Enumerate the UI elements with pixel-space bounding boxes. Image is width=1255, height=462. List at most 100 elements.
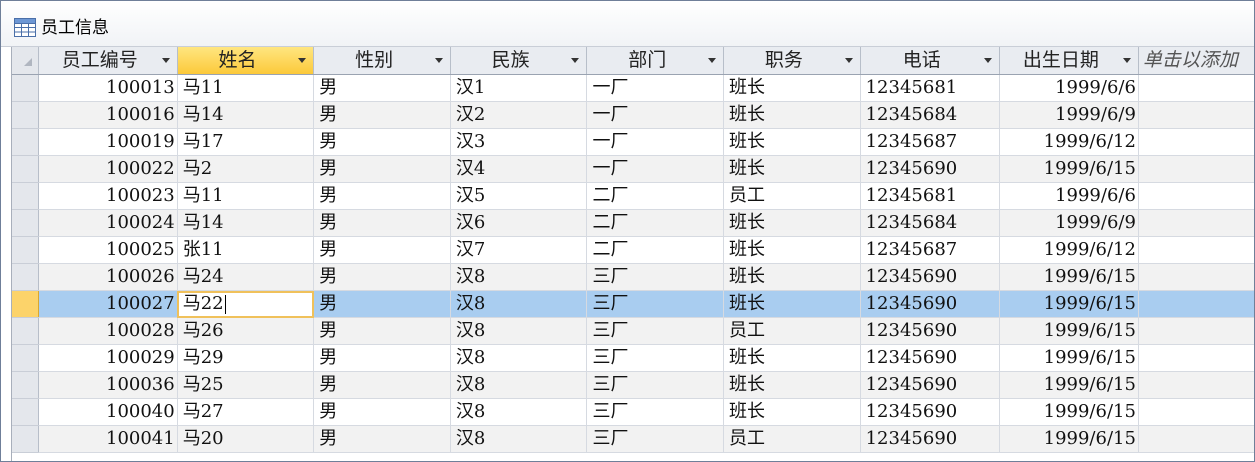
row-selector[interactable]: [12, 236, 39, 264]
cell-department[interactable]: 一厂: [586, 74, 725, 102]
cell-ethnicity[interactable]: 汉8: [450, 398, 588, 426]
cell-ethnicity[interactable]: 汉3: [450, 128, 588, 156]
row-selector[interactable]: [12, 371, 39, 399]
cell-add-column[interactable]: [1138, 74, 1254, 102]
cell-gender[interactable]: 男: [313, 425, 451, 453]
cell-phone[interactable]: 12345681: [860, 182, 1000, 210]
dropdown-arrow-icon[interactable]: [844, 58, 853, 63]
cell-phone[interactable]: 12345687: [860, 128, 1000, 156]
cell-ethnicity[interactable]: 汉8: [450, 371, 588, 399]
cell-ethnicity[interactable]: 汉4: [450, 155, 588, 183]
row-selector[interactable]: [12, 344, 39, 372]
cell-employee-id[interactable]: 100013: [38, 74, 178, 102]
cell-gender[interactable]: 男: [313, 128, 451, 156]
cell-ethnicity[interactable]: 汉8: [450, 263, 588, 291]
cell-birth-date[interactable]: 1999/6/9: [999, 101, 1139, 129]
cell-department[interactable]: 三厂: [586, 371, 725, 399]
select-all-corner[interactable]: [12, 47, 39, 75]
cell-phone[interactable]: 12345684: [860, 101, 1000, 129]
cell-birth-date[interactable]: 1999/6/9: [999, 209, 1139, 237]
column-header-ethnicity[interactable]: 民族: [450, 47, 588, 75]
cell-gender[interactable]: 男: [313, 182, 451, 210]
cell-employee-id[interactable]: 100028: [38, 317, 178, 345]
cell-add-column[interactable]: [1138, 371, 1254, 399]
column-header-position[interactable]: 职务: [723, 47, 861, 75]
cell-department[interactable]: 二厂: [586, 209, 725, 237]
cell-department[interactable]: 二厂: [586, 182, 725, 210]
table-row[interactable]: 100041 马20 男汉8 三厂 员工 12345690 1999/6/15: [12, 425, 1254, 453]
row-selector[interactable]: [12, 182, 39, 210]
cell-position[interactable]: 班长: [723, 290, 861, 318]
cell-position[interactable]: 班长: [723, 371, 861, 399]
cell-gender[interactable]: 男: [313, 155, 451, 183]
cell-employee-id[interactable]: 100016: [38, 101, 178, 129]
cell-ethnicity[interactable]: 汉8: [450, 425, 588, 453]
cell-position[interactable]: 班长: [723, 128, 861, 156]
cell-phone[interactable]: 12345690: [860, 317, 1000, 345]
cell-phone[interactable]: 12345684: [860, 209, 1000, 237]
cell-name[interactable]: 马14: [177, 101, 315, 129]
column-header-birth-date[interactable]: 出生日期: [999, 47, 1139, 75]
cell-phone[interactable]: 12345690: [860, 290, 1000, 318]
cell-gender[interactable]: 男: [313, 290, 451, 318]
cell-birth-date[interactable]: 1999/6/12: [999, 128, 1139, 156]
row-selector[interactable]: [12, 155, 39, 183]
cell-birth-date[interactable]: 1999/6/15: [999, 425, 1139, 453]
row-selector[interactable]: [12, 263, 39, 291]
cell-phone[interactable]: 12345690: [860, 371, 1000, 399]
dropdown-arrow-icon[interactable]: [708, 58, 717, 63]
table-row[interactable]: 100023 马11 男汉5 二厂 员工 12345681 1999/6/6: [12, 182, 1254, 210]
cell-department[interactable]: 三厂: [586, 398, 725, 426]
cell-name[interactable]: 马27: [177, 398, 315, 426]
dropdown-arrow-icon[interactable]: [298, 58, 307, 63]
cell-position[interactable]: 班长: [723, 398, 861, 426]
row-selector[interactable]: [12, 209, 39, 237]
cell-birth-date[interactable]: 1999/6/15: [999, 263, 1139, 291]
column-header-department[interactable]: 部门: [586, 47, 725, 75]
cell-add-column[interactable]: [1138, 236, 1254, 264]
cell-position[interactable]: 员工: [723, 425, 861, 453]
cell-gender[interactable]: 男: [313, 74, 451, 102]
cell-name[interactable]: 马11: [177, 182, 315, 210]
cell-ethnicity[interactable]: 汉2: [450, 101, 588, 129]
cell-phone[interactable]: 12345690: [860, 398, 1000, 426]
cell-phone[interactable]: 12345687: [860, 236, 1000, 264]
cell-birth-date[interactable]: 1999/6/15: [999, 317, 1139, 345]
cell-department[interactable]: 一厂: [586, 155, 725, 183]
cell-department[interactable]: 二厂: [586, 236, 725, 264]
cell-birth-date[interactable]: 1999/6/6: [999, 74, 1139, 102]
column-header-name[interactable]: 姓名: [177, 47, 315, 75]
cell-ethnicity[interactable]: 汉5: [450, 182, 588, 210]
table-row[interactable]: 100025 张11 男汉7 二厂 班长 12345687 1999/6/12: [12, 236, 1254, 264]
cell-employee-id[interactable]: 100022: [38, 155, 178, 183]
cell-phone[interactable]: 12345690: [860, 155, 1000, 183]
column-header-employee-id[interactable]: 员工编号: [38, 47, 178, 75]
add-column-header[interactable]: 单击以添加: [1138, 47, 1254, 75]
cell-name-editing[interactable]: 马22: [177, 290, 315, 318]
row-selector[interactable]: [12, 398, 39, 426]
cell-name[interactable]: 马11: [177, 74, 315, 102]
cell-position[interactable]: 员工: [723, 317, 861, 345]
cell-employee-id[interactable]: 100026: [38, 263, 178, 291]
cell-add-column[interactable]: [1138, 128, 1254, 156]
cell-gender[interactable]: 男: [313, 209, 451, 237]
cell-add-column[interactable]: [1138, 425, 1254, 453]
row-selector[interactable]: [12, 128, 39, 156]
cell-name[interactable]: 马20: [177, 425, 315, 453]
cell-add-column[interactable]: [1138, 101, 1254, 129]
cell-ethnicity[interactable]: 汉8: [450, 290, 588, 318]
cell-position[interactable]: 班长: [723, 263, 861, 291]
cell-gender[interactable]: 男: [313, 263, 451, 291]
table-row[interactable]: 100016 马14 男汉2 一厂 班长 12345684 1999/6/9: [12, 101, 1254, 129]
table-row[interactable]: 100013 马11 男汉1 一厂 班长 12345681 1999/6/6: [12, 74, 1254, 102]
cell-position[interactable]: 班长: [723, 155, 861, 183]
cell-ethnicity[interactable]: 汉8: [450, 317, 588, 345]
cell-department[interactable]: 三厂: [586, 263, 725, 291]
column-header-gender[interactable]: 性别: [313, 47, 451, 75]
cell-phone[interactable]: 12345681: [860, 74, 1000, 102]
table-row[interactable]: 100029 马29 男汉8 三厂 班长 12345690 1999/6/15: [12, 344, 1254, 372]
cell-employee-id[interactable]: 100036: [38, 371, 178, 399]
table-row[interactable]: 100027 马22 男汉8 三厂 班长 12345690 1999/6/15: [12, 290, 1254, 318]
table-row[interactable]: 100022 马2 男汉4 一厂 班长 12345690 1999/6/15: [12, 155, 1254, 183]
cell-name[interactable]: 马24: [177, 263, 315, 291]
